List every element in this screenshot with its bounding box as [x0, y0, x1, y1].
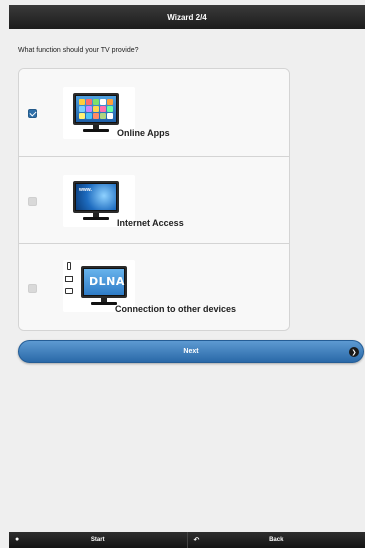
back-label: Back	[269, 537, 284, 543]
back-button[interactable]: ↶ Back	[186, 532, 365, 548]
page-title: Wizard 2/4	[167, 12, 207, 22]
option-checkbox-internet-access[interactable]	[28, 196, 37, 206]
option-online-apps[interactable]: Online Apps	[19, 69, 289, 157]
option-connection-devices[interactable]: DLNA Connection to other devices	[19, 244, 289, 330]
phone-icon	[67, 262, 71, 271]
option-label: Online Apps	[117, 128, 170, 138]
option-label: Connection to other devices	[115, 304, 237, 315]
start-label: Start	[90, 537, 105, 543]
wizard-screen: Wizard 2/4 What function should your TV …	[0, 0, 365, 548]
option-checkbox-online-apps[interactable]	[28, 109, 37, 118]
option-internet-access[interactable]: www. Internet Access	[19, 156, 289, 245]
laptop-icon	[65, 276, 73, 283]
next-label: Next	[183, 348, 199, 355]
start-button[interactable]: ● Start	[9, 532, 187, 548]
header-bar: Wizard 2/4	[9, 5, 365, 29]
dlna-text: DLNA	[89, 275, 125, 289]
www-text: www.	[79, 186, 92, 193]
next-button[interactable]: Next ❯	[18, 340, 364, 363]
camera-icon	[65, 288, 73, 295]
option-label: Internet Access	[117, 217, 184, 228]
footer-bar: ● Start ↶ Back	[9, 532, 365, 548]
home-icon: ●	[15, 536, 20, 543]
arrow-right-icon: ❯	[349, 347, 359, 357]
options-list: Online Apps www. Internet Access DLNA Co…	[18, 68, 290, 331]
question-text: What function should your TV provide?	[18, 47, 139, 54]
back-icon: ↶	[193, 537, 200, 544]
option-checkbox-connection-devices[interactable]	[28, 284, 37, 294]
